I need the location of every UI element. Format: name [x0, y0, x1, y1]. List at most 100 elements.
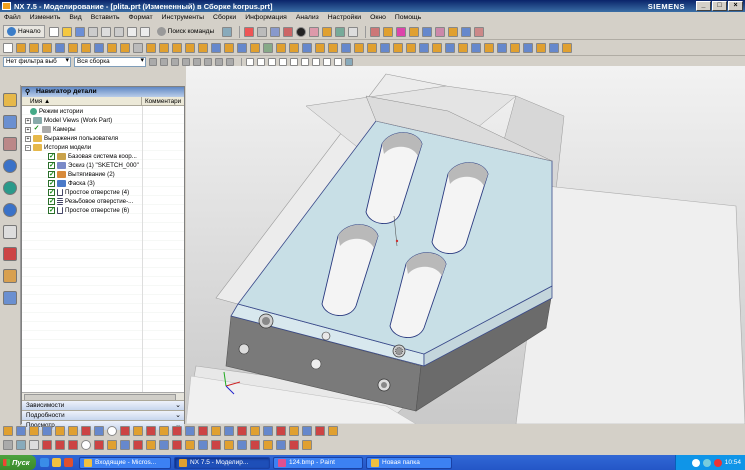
checkbox[interactable]: ✓	[48, 171, 55, 178]
menu-preferences[interactable]: Настройки	[328, 14, 361, 21]
assembly-navigator-tab-icon[interactable]	[3, 93, 17, 107]
snap-intersect-icon[interactable]	[279, 57, 287, 66]
start-menu-button[interactable]: Пуск	[0, 455, 36, 470]
undo-icon[interactable]	[126, 26, 137, 37]
details-panel[interactable]: Подробности ⌄	[22, 410, 184, 420]
profile-icon[interactable]	[68, 426, 78, 436]
snap-mid-icon[interactable]	[257, 57, 265, 66]
security-icon[interactable]	[713, 458, 722, 467]
snap-center-icon[interactable]	[290, 57, 298, 66]
scene-icon[interactable]	[29, 440, 39, 450]
snap-existing-icon[interactable]	[312, 57, 320, 66]
section-curve-icon[interactable]	[185, 440, 195, 450]
save-icon[interactable]	[74, 26, 85, 37]
menu-information[interactable]: Информация	[245, 14, 287, 21]
close-button[interactable]: ×	[728, 1, 743, 11]
part-navigator-tab-icon[interactable]	[3, 115, 17, 129]
select-body-icon[interactable]	[204, 57, 212, 66]
explorer-icon[interactable]	[52, 458, 61, 467]
network-icon[interactable]	[702, 458, 711, 467]
expand-icon[interactable]: +	[25, 126, 31, 133]
sew-icon[interactable]	[315, 42, 325, 53]
subtract-icon[interactable]	[159, 42, 169, 53]
tree-item-model-views[interactable]: + Model Views (Work Part)	[25, 116, 112, 125]
sketch-plane-icon[interactable]	[3, 42, 13, 53]
update-model-icon[interactable]	[42, 426, 52, 436]
hole-icon[interactable]	[55, 42, 65, 53]
freeform-icon[interactable]	[523, 42, 533, 53]
arc-draw-icon[interactable]	[68, 440, 78, 450]
trimetric-icon[interactable]	[335, 26, 346, 37]
through-curves-icon[interactable]	[536, 42, 546, 53]
visualization-tab-icon[interactable]	[3, 247, 17, 261]
curve-icon[interactable]	[471, 42, 481, 53]
menu-format[interactable]: Формат	[129, 14, 153, 21]
menu-insert[interactable]: Вставить	[91, 14, 120, 21]
tree-item-user-expressions[interactable]: + Выражения пользователя	[25, 134, 118, 143]
tree-item-model-history[interactable]: − История модели	[25, 143, 91, 152]
minimize-button[interactable]: _	[696, 1, 711, 11]
start-button[interactable]: Начало	[3, 25, 45, 38]
line-icon[interactable]	[81, 426, 91, 436]
layer-icon[interactable]	[435, 26, 446, 37]
point-icon[interactable]	[185, 426, 195, 436]
offset-in-face-icon[interactable]	[237, 440, 247, 450]
select-face-icon[interactable]	[182, 57, 190, 66]
scale-icon[interactable]	[302, 42, 312, 53]
datum-icon[interactable]	[16, 42, 26, 53]
tree-item-simple-hole-6[interactable]: ✓ Простое отверстие (6)	[48, 206, 129, 215]
fillet-icon[interactable]	[120, 426, 130, 436]
checkbox[interactable]: ✓	[48, 180, 55, 187]
reattach-icon[interactable]	[29, 426, 39, 436]
tree-item-extrude[interactable]: ✓ Вытягивание (2)	[48, 170, 115, 179]
menu-help[interactable]: Помощь	[395, 14, 421, 21]
trim-icon[interactable]	[224, 426, 234, 436]
select-all-icon[interactable]	[171, 57, 179, 66]
assembly-icon[interactable]	[383, 26, 394, 37]
copy-icon[interactable]	[100, 26, 111, 37]
sweep-icon[interactable]	[367, 42, 377, 53]
measure-icon[interactable]	[461, 26, 472, 37]
expand-icon[interactable]: +	[25, 135, 31, 142]
polygon-icon[interactable]	[146, 426, 156, 436]
resize-icon[interactable]	[445, 42, 455, 53]
task-paint[interactable]: 124.bmp - Paint	[273, 456, 363, 469]
select-curve-icon[interactable]	[226, 57, 234, 66]
pocket-icon[interactable]	[81, 42, 91, 53]
maximize-button[interactable]: □	[712, 1, 727, 11]
trim-curve-icon[interactable]	[250, 440, 260, 450]
language-icon[interactable]	[691, 458, 700, 467]
mesh-icon[interactable]	[497, 42, 507, 53]
move-face-icon[interactable]	[406, 42, 416, 53]
checkbox[interactable]: ✓	[48, 189, 55, 196]
tree-item-cameras[interactable]: + ✓ Камеры	[25, 125, 76, 134]
dependencies-panel[interactable]: Зависимости ⌄	[22, 400, 184, 410]
text-curve-icon[interactable]	[146, 440, 156, 450]
3d-model-view[interactable]	[186, 66, 745, 424]
ellipse-icon[interactable]	[159, 426, 169, 436]
edit-section-icon[interactable]	[370, 26, 381, 37]
pad-icon[interactable]	[94, 42, 104, 53]
edit-curve-icon[interactable]	[289, 440, 299, 450]
arc-icon[interactable]	[94, 426, 104, 436]
extrude-icon[interactable]	[257, 26, 268, 37]
render-style-icon[interactable]	[296, 26, 307, 37]
split-body-icon[interactable]	[276, 42, 286, 53]
new-file-icon[interactable]	[48, 26, 59, 37]
snap-grid-icon[interactable]	[3, 440, 13, 450]
convert-reference-icon[interactable]	[315, 426, 325, 436]
groove-icon[interactable]	[120, 42, 130, 53]
selection-filter-select[interactable]: Нет фильтра выб	[3, 56, 71, 67]
snap-control-icon[interactable]	[268, 57, 276, 66]
media-icon[interactable]	[64, 458, 73, 467]
trim-body-icon[interactable]	[263, 42, 273, 53]
pin-icon[interactable]: ⚲	[25, 88, 30, 98]
dimension-icon[interactable]	[263, 426, 273, 436]
select-point-icon[interactable]	[215, 57, 223, 66]
snap-options-icon[interactable]	[345, 57, 353, 66]
project-curve-icon[interactable]	[159, 440, 169, 450]
extend-icon[interactable]	[237, 426, 247, 436]
select-edge-icon[interactable]	[193, 57, 201, 66]
select-filter-icon[interactable]	[16, 440, 26, 450]
boss-icon[interactable]	[68, 42, 78, 53]
